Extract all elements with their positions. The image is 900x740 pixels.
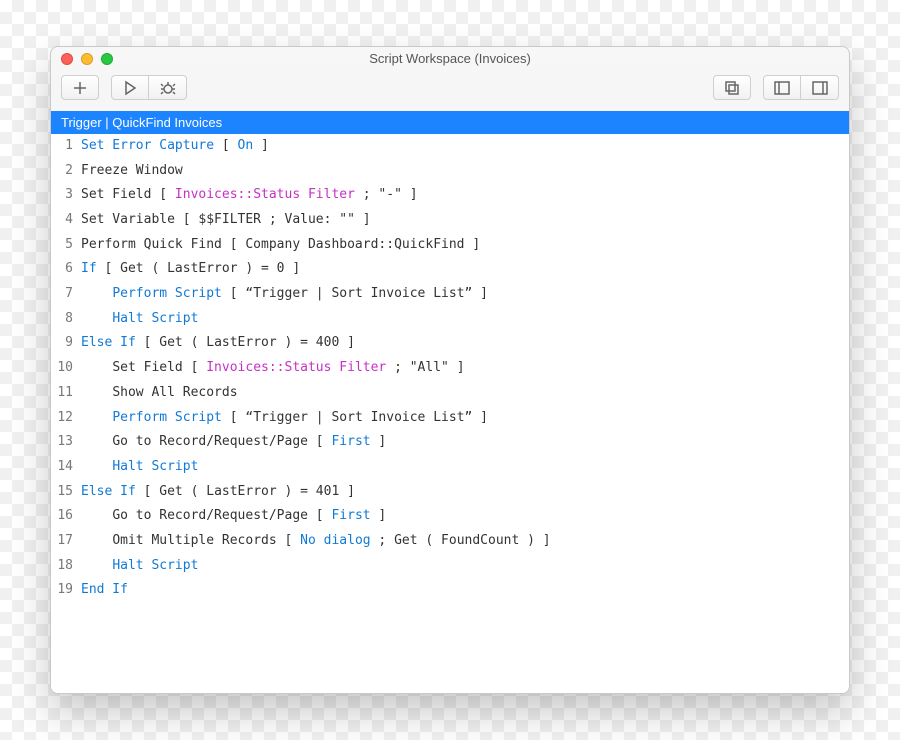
debug-button[interactable] [149,75,187,100]
line-code: Perform Quick Find [ Company Dashboard::… [81,233,480,258]
script-line[interactable]: 10 Set Field [ Invoices::Status Filter ;… [51,356,849,381]
line-code: Else If [ Get ( LastError ) = 401 ] [81,480,355,505]
bug-icon [160,80,176,96]
script-line[interactable]: 17 Omit Multiple Records [ No dialog ; G… [51,529,849,554]
left-panel-button[interactable] [763,75,801,100]
script-line[interactable]: 1Set Error Capture [ On ] [51,134,849,159]
right-panel-button[interactable] [801,75,839,100]
run-button[interactable] [111,75,149,100]
script-line[interactable]: 3Set Field [ Invoices::Status Filter ; "… [51,183,849,208]
script-editor[interactable]: 1Set Error Capture [ On ]2Freeze Window3… [51,134,849,693]
line-number: 5 [51,233,81,258]
line-number: 1 [51,134,81,159]
line-code: Go to Record/Request/Page [ First ] [81,504,386,529]
line-number: 7 [51,282,81,307]
panel-left-icon [774,80,790,96]
script-line[interactable]: 14 Halt Script [51,455,849,480]
script-line[interactable]: 13 Go to Record/Request/Page [ First ] [51,430,849,455]
traffic-lights [61,53,113,65]
script-line[interactable]: 5Perform Quick Find [ Company Dashboard:… [51,233,849,258]
line-code: If [ Get ( LastError ) = 0 ] [81,257,300,282]
scripts-menu-button[interactable] [713,75,751,100]
line-number: 8 [51,307,81,332]
line-code: Halt Script [81,455,198,480]
script-workspace-window: Script Workspace (Invoices) [50,46,850,694]
script-line[interactable]: 2Freeze Window [51,159,849,184]
stack-icon [724,80,740,96]
line-number: 9 [51,331,81,356]
script-line[interactable]: 8 Halt Script [51,307,849,332]
script-line[interactable]: 16 Go to Record/Request/Page [ First ] [51,504,849,529]
line-code: Halt Script [81,554,198,579]
line-number: 15 [51,480,81,505]
minimize-icon[interactable] [81,53,93,65]
line-code: End If [81,578,128,603]
line-code: Freeze Window [81,159,183,184]
line-code: Go to Record/Request/Page [ First ] [81,430,386,455]
line-code: Set Variable [ $$FILTER ; Value: "" ] [81,208,371,233]
line-number: 11 [51,381,81,406]
line-number: 19 [51,578,81,603]
line-number: 16 [51,504,81,529]
script-line[interactable]: 6If [ Get ( LastError ) = 0 ] [51,257,849,282]
line-number: 3 [51,183,81,208]
line-number: 14 [51,455,81,480]
line-code: Omit Multiple Records [ No dialog ; Get … [81,529,551,554]
script-name-header[interactable]: Trigger | QuickFind Invoices [51,111,849,134]
line-number: 12 [51,406,81,431]
line-number: 2 [51,159,81,184]
line-code: Else If [ Get ( LastError ) = 400 ] [81,331,355,356]
line-code: Halt Script [81,307,198,332]
script-line[interactable]: 9Else If [ Get ( LastError ) = 400 ] [51,331,849,356]
new-script-button[interactable] [61,75,99,100]
line-code: Set Error Capture [ On ] [81,134,269,159]
script-line[interactable]: 19End If [51,578,849,603]
script-line[interactable]: 12 Perform Script [ “Trigger | Sort Invo… [51,406,849,431]
script-line[interactable]: 4Set Variable [ $$FILTER ; Value: "" ] [51,208,849,233]
line-code: Perform Script [ “Trigger | Sort Invoice… [81,282,488,307]
line-number: 4 [51,208,81,233]
line-code: Show All Records [81,381,238,406]
play-icon [122,80,138,96]
line-number: 10 [51,356,81,381]
window-titlebar: Script Workspace (Invoices) [51,47,849,71]
plus-icon [72,80,88,96]
line-number: 13 [51,430,81,455]
line-code: Perform Script [ “Trigger | Sort Invoice… [81,406,488,431]
line-code: Set Field [ Invoices::Status Filter ; "A… [81,356,465,381]
script-line[interactable]: 11 Show All Records [51,381,849,406]
script-line[interactable]: 18 Halt Script [51,554,849,579]
toolbar [51,71,849,111]
close-icon[interactable] [61,53,73,65]
line-number: 18 [51,554,81,579]
script-line[interactable]: 7 Perform Script [ “Trigger | Sort Invoi… [51,282,849,307]
line-number: 6 [51,257,81,282]
script-line[interactable]: 15Else If [ Get ( LastError ) = 401 ] [51,480,849,505]
window-title: Script Workspace (Invoices) [51,51,849,66]
zoom-icon[interactable] [101,53,113,65]
panel-right-icon [812,80,828,96]
line-code: Set Field [ Invoices::Status Filter ; "-… [81,183,418,208]
line-number: 17 [51,529,81,554]
